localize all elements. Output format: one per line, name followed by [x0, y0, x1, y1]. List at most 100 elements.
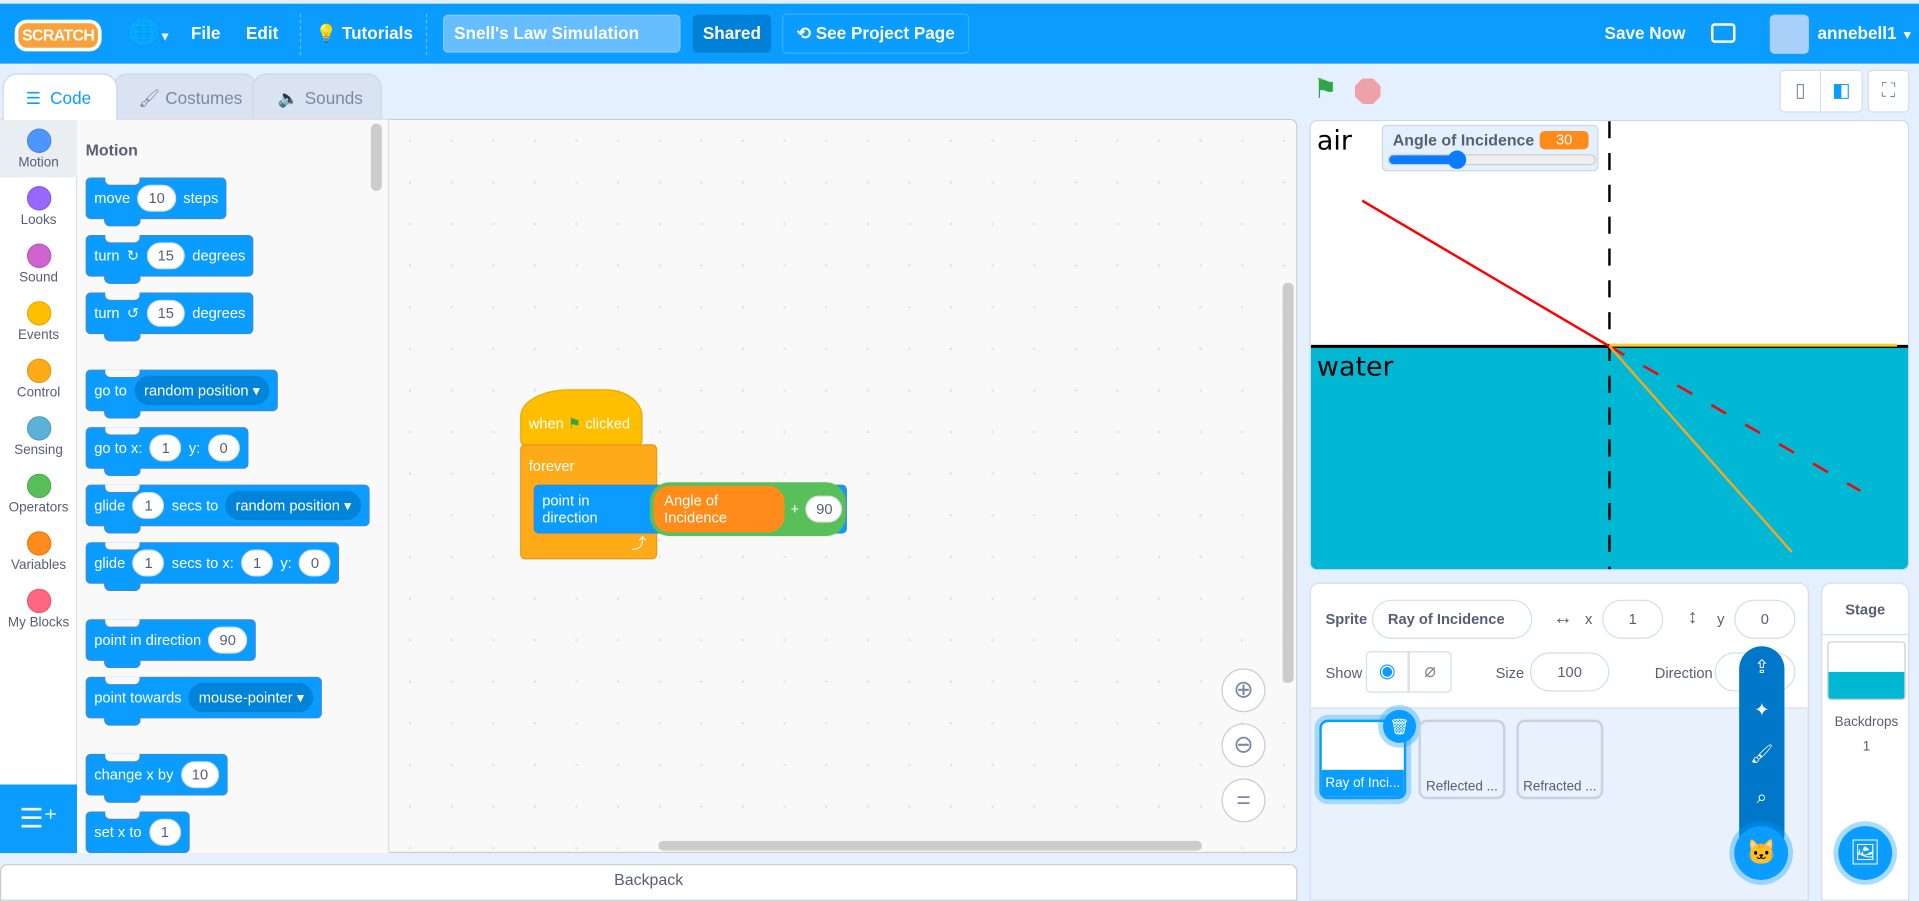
x-label: x [1584, 610, 1593, 628]
horizontal-arrows-icon: ↔ [1553, 608, 1573, 630]
category-control[interactable]: Control [0, 350, 77, 408]
tab-sounds[interactable]: 🔈 Sounds [252, 73, 382, 120]
choose-backdrop-button[interactable]: 🖼 [1838, 826, 1893, 880]
input[interactable]: 15 [146, 242, 185, 270]
palette-scrollbar[interactable] [370, 123, 382, 191]
horizontal-scrollbar[interactable] [658, 840, 1202, 851]
category-my-blocks[interactable]: My Blocks [0, 580, 77, 638]
choose-sprite-button[interactable]: 🐱 [1734, 826, 1789, 880]
variable-reporter[interactable]: Angle of Incidence [653, 485, 785, 533]
zoom-reset-button[interactable]: = [1221, 778, 1266, 823]
green-flag-button[interactable]: ⚑ [1313, 73, 1337, 105]
delete-sprite-button[interactable]: 🗑 [1383, 709, 1417, 743]
save-now-button[interactable]: Save Now [1605, 4, 1686, 64]
project-title-input[interactable]: Snell's Law Simulation [443, 14, 681, 53]
stage-canvas[interactable]: air water Angle of Incidence 30 [1309, 119, 1910, 571]
block-turn-right[interactable]: turn ↻ 15 degrees [85, 234, 254, 284]
normal-stage-button[interactable]: ◧ [1819, 69, 1863, 113]
backpack[interactable]: Backpack [0, 864, 1298, 901]
input[interactable]: 10 [137, 184, 176, 212]
trash-icon: 🗑 [1389, 717, 1410, 736]
input[interactable]: 0 [207, 434, 240, 462]
input[interactable]: 1 [148, 818, 181, 846]
y-input[interactable]: 0 [1734, 599, 1796, 639]
add-extension-button[interactable]: ☰⁺ [0, 784, 78, 854]
small-stage-button[interactable]: ▯ [1779, 69, 1822, 113]
dropdown[interactable]: mouse-pointer ▾ [188, 682, 314, 713]
block-point-towards[interactable]: point towards mouse-pointer ▾ [85, 676, 323, 726]
category-operators[interactable]: Operators [0, 465, 77, 523]
fullscreen-button[interactable]: ⛶ [1867, 69, 1910, 113]
globe-icon[interactable]: 🌐▼ [129, 4, 172, 64]
size-input[interactable]: 100 [1529, 652, 1610, 692]
file-menu[interactable]: File [191, 4, 221, 64]
surprise-sparkle-icon[interactable]: ✦ [1739, 699, 1784, 743]
input[interactable]: 90 [208, 626, 247, 654]
category-sensing[interactable]: Sensing [0, 408, 77, 466]
block-point-in-direction[interactable]: point in direction 90 [85, 619, 256, 669]
shared-button[interactable]: Shared [692, 14, 772, 53]
input[interactable]: 1 [241, 549, 273, 577]
image-icon: 🖼 [1849, 839, 1881, 867]
stop-button[interactable] [1354, 78, 1381, 105]
block-turn-left[interactable]: turn ↺ 15 degrees [85, 292, 254, 342]
block-go-to[interactable]: go to random position ▾ [85, 369, 279, 419]
slider-handle[interactable] [1448, 150, 1467, 169]
category-events[interactable]: Events [0, 293, 77, 351]
when-flag-clicked-block[interactable]: when ⚑ clicked [520, 389, 643, 446]
dropdown[interactable]: random position ▾ [225, 490, 362, 521]
category-dot [26, 243, 51, 269]
input[interactable]: 90 [805, 495, 843, 523]
search-icon[interactable]: ⌕ [1739, 787, 1784, 831]
cat-icon: 🐱 [1745, 839, 1777, 867]
category-dot [26, 128, 51, 153]
size-label: Size [1495, 664, 1525, 682]
block-move[interactable]: move 10 steps [85, 177, 227, 227]
block-set-x[interactable]: set x to 1 [85, 811, 190, 854]
input[interactable]: 1 [132, 549, 165, 577]
block-glide[interactable]: glide 1 secs to random position ▾ [85, 484, 370, 534]
input[interactable]: 1 [149, 434, 182, 462]
input[interactable]: 1 [132, 492, 165, 519]
zoom-out-button[interactable]: ⊖ [1221, 723, 1266, 768]
sprite-name-input[interactable]: Ray of Incidence [1371, 599, 1533, 639]
edit-menu[interactable]: Edit [246, 4, 278, 64]
variable-monitor[interactable]: Angle of Incidence 30 [1381, 124, 1599, 172]
category-sound[interactable]: Sound [0, 235, 77, 293]
input[interactable]: 10 [180, 761, 220, 789]
avatar[interactable] [1769, 14, 1809, 54]
zoom-in-button[interactable]: ⊕ [1221, 668, 1266, 713]
tutorials-button[interactable]: 💡 Tutorials [316, 4, 413, 64]
category-looks[interactable]: Looks [0, 177, 77, 235]
sprite-tile[interactable]: Reflected ... [1418, 719, 1506, 800]
category-dot [26, 473, 51, 499]
add-operator[interactable]: Angle of Incidence + 90 [649, 482, 846, 537]
folder-icon[interactable] [1711, 23, 1736, 43]
air-label: air [1316, 126, 1352, 157]
upload-sprite-icon[interactable]: ⇪ [1739, 656, 1784, 699]
block-change-x[interactable]: change x by 10 [85, 753, 228, 803]
block-go-to-xy[interactable]: go to x: 1 y: 0 [85, 427, 249, 477]
monitor-slider[interactable] [1387, 150, 1596, 169]
tab-code[interactable]: ☰ Code [2, 73, 118, 120]
input[interactable]: 0 [299, 549, 331, 577]
block-glide-xy[interactable]: glide 1 secs to x: 1 y: 0 [85, 542, 340, 592]
category-label: Sound [19, 270, 59, 286]
show-visible-button[interactable]: ◉ [1365, 651, 1409, 693]
category-variables[interactable]: Variables [0, 523, 77, 581]
direction-label: Direction [1654, 664, 1713, 682]
scratch-logo[interactable]: SCRATCH [14, 19, 102, 52]
point-in-direction-block[interactable]: point in direction Angle of Incidence + … [533, 482, 847, 537]
username-menu[interactable]: annebell1 ▼ [1817, 4, 1913, 64]
paint-brush-icon[interactable]: 🖌 [1739, 743, 1784, 787]
x-input[interactable]: 1 [1602, 599, 1664, 639]
dropdown[interactable]: random position ▾ [134, 375, 270, 406]
sprite-tile[interactable]: Refracted ... [1516, 719, 1604, 800]
input[interactable]: 15 [146, 299, 185, 327]
see-project-page-button[interactable]: ⟲ See Project Page [782, 13, 970, 54]
tab-costumes[interactable]: 🖌 Costumes [112, 73, 258, 120]
vertical-scrollbar[interactable] [1282, 282, 1294, 683]
script-workspace[interactable]: when ⚑ clicked forever ⤴ point in directi… [389, 118, 1298, 854]
show-hidden-button[interactable]: ⌀ [1408, 651, 1452, 693]
category-motion[interactable]: Motion [0, 119, 78, 178]
